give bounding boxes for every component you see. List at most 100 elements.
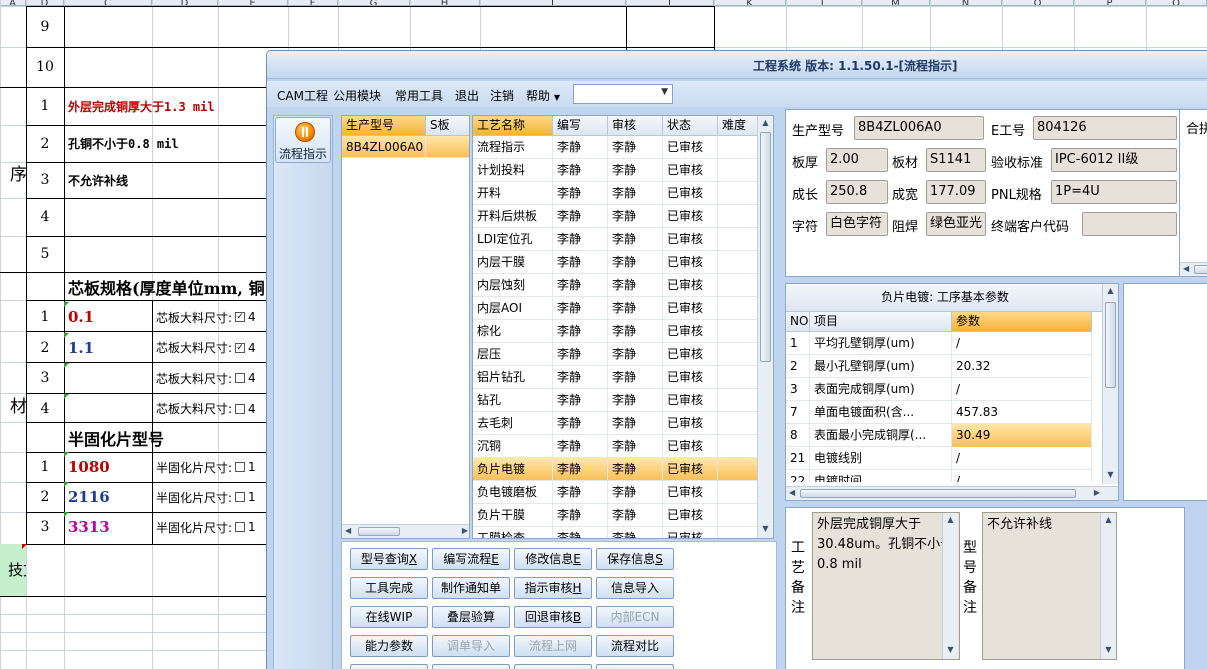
merge-tab-label[interactable]: 合拼 bbox=[1186, 118, 1207, 137]
nav-process-instruction-button[interactable]: 流程指示 bbox=[275, 117, 331, 163]
model-list-header-model[interactable]: 生产型号 bbox=[342, 116, 426, 136]
menu-exit[interactable]: 退出 bbox=[455, 87, 479, 104]
action-button-6[interactable]: 指示审核H bbox=[514, 577, 592, 599]
checkbox[interactable] bbox=[235, 462, 246, 472]
menu-dropdown[interactable]: ▼ bbox=[573, 84, 673, 104]
char-field[interactable]: 白色字符 bbox=[826, 212, 888, 236]
param-column-header-2[interactable]: 参数 bbox=[952, 312, 1092, 332]
table-row[interactable]: 铝片钻孔 李静 李静 已审核 bbox=[473, 366, 759, 389]
eno-field[interactable]: 804126 bbox=[1033, 116, 1177, 140]
table-row[interactable]: 内层AOI 李静 李静 已审核 bbox=[473, 297, 759, 320]
row-number: 1 bbox=[40, 98, 50, 114]
list-item[interactable]: 8B4ZL006A0 bbox=[342, 136, 469, 159]
process-grid[interactable]: 工艺名称 编写 审核 状态 难度 流程指示 李静 李静 已审核 计划投料 李静 李静 已审核 开料 李静李… bbox=[472, 115, 774, 539]
parameter-grid-hscroll[interactable]: ◀ ▶ bbox=[786, 486, 1118, 500]
spec-value: 1.1 bbox=[68, 338, 95, 357]
table-row[interactable]: 沉铜 李静 李静 已审核 bbox=[473, 435, 759, 458]
action-button-hidden[interactable] bbox=[596, 664, 674, 669]
table-row[interactable]: 2 最小孔壁铜厚(um) 20.32 bbox=[786, 355, 1092, 378]
table-row[interactable]: 层压 李静 李静 已审核 bbox=[473, 343, 759, 366]
merge-panel-hscroll[interactable]: ◀ bbox=[1180, 262, 1207, 276]
model-field[interactable]: 8B4ZL006A0 bbox=[854, 116, 984, 140]
model-remark-vscroll[interactable]: ▲ ▼ bbox=[1100, 513, 1116, 659]
model-list-hscroll[interactable]: ◀ ▶ bbox=[342, 524, 469, 538]
table-row[interactable]: 8 表面最小完成铜厚(... 30.49 bbox=[786, 424, 1092, 447]
action-button-hidden[interactable] bbox=[432, 664, 510, 669]
process-remark-vscroll[interactable]: ▲ ▼ bbox=[942, 513, 958, 659]
action-button-11[interactable]: 内部ECN bbox=[596, 606, 674, 628]
column-header-1[interactable]: 编写 bbox=[553, 116, 608, 136]
standard-field[interactable]: IPC-6012 II级 bbox=[1051, 148, 1177, 172]
customer-field[interactable] bbox=[1082, 212, 1177, 236]
param-column-header-1[interactable]: 项目 bbox=[810, 312, 952, 332]
table-row[interactable]: 去毛刺 李静 李静 已审核 bbox=[473, 412, 759, 435]
table-row[interactable]: 计划投料 李静 李静 已审核 bbox=[473, 159, 759, 182]
action-button-hidden[interactable] bbox=[350, 664, 428, 669]
menu-common-module[interactable]: 公用模块 bbox=[333, 87, 381, 104]
table-row[interactable]: 负电镀磨板 李静 李静 已审核 bbox=[473, 481, 759, 504]
table-row[interactable]: 钻孔 李静 李静 已审核 bbox=[473, 389, 759, 412]
action-button-10[interactable]: 回退审核B bbox=[514, 606, 592, 628]
length-field[interactable]: 250.8 bbox=[826, 180, 888, 204]
table-row[interactable]: 工膜检查 李静 李静 已审核 bbox=[473, 527, 759, 538]
width-field[interactable]: 177.09 bbox=[926, 180, 986, 204]
column-header-2[interactable]: 审核 bbox=[608, 116, 663, 136]
model-remark-text[interactable]: 不允许补线 bbox=[982, 512, 1117, 660]
action-button-hidden[interactable] bbox=[514, 664, 592, 669]
process-remark-text[interactable]: 外层完成铜厚大于30.48um。孔铜不小于0.8 mil bbox=[812, 512, 960, 660]
column-header-3[interactable]: 状态 bbox=[663, 116, 718, 136]
action-button-9[interactable]: 叠层验算 bbox=[432, 606, 510, 628]
table-row[interactable]: 7 单面电镀面积(含... 457.83 bbox=[786, 401, 1092, 424]
checkbox[interactable] bbox=[235, 373, 246, 384]
model-list[interactable]: 生产型号 S板 8B4ZL006A0 ◀ ▶ bbox=[341, 115, 470, 539]
checkbox[interactable] bbox=[235, 492, 246, 502]
checkbox[interactable] bbox=[235, 403, 246, 414]
action-button-4[interactable]: 工具完成 bbox=[350, 577, 428, 599]
table-row[interactable]: 开料后烘板 李静 李静 已审核 bbox=[473, 205, 759, 228]
window-titlebar[interactable]: 工程系统 版本: 1.1.50.1-[流程指示] bbox=[267, 51, 1207, 79]
material-field[interactable]: S1141 bbox=[926, 148, 986, 172]
action-button-7[interactable]: 信息导入 bbox=[596, 577, 674, 599]
menu-cam[interactable]: CAM工程 bbox=[277, 87, 328, 104]
column-header-4[interactable]: 难度 bbox=[718, 116, 758, 136]
table-row[interactable]: 棕化 李静 李静 已审核 bbox=[473, 320, 759, 343]
column-header-0[interactable]: 工艺名称 bbox=[473, 116, 553, 136]
table-row[interactable]: 内层干膜 李静 李静 已审核 bbox=[473, 251, 759, 274]
menu-help[interactable]: 帮助 ▼ bbox=[526, 87, 560, 104]
action-button-0[interactable]: 型号查询X bbox=[350, 548, 428, 570]
model-list-header-s[interactable]: S板 bbox=[426, 116, 469, 136]
table-row[interactable]: 流程指示 李静 李静 已审核 bbox=[473, 136, 759, 159]
pnl-field[interactable]: 1P=4U bbox=[1051, 180, 1177, 204]
action-button-15[interactable]: 流程对比 bbox=[596, 635, 674, 657]
parameter-grid-vscroll[interactable]: ▲ ▼ bbox=[1102, 284, 1118, 484]
parameter-grid[interactable]: 负片电镀: 工序基本参数 NO 项目 参数 1 平均孔壁铜厚(um)/2 最小孔壁铜厚(… bbox=[785, 283, 1119, 501]
table-row[interactable]: LDI定位孔 李静 李静 已审核 bbox=[473, 228, 759, 251]
menu-common-tools[interactable]: 常用工具 bbox=[395, 87, 443, 104]
action-button-14[interactable]: 流程上网 bbox=[514, 635, 592, 657]
checkbox[interactable]: ✓ bbox=[235, 342, 246, 353]
arrow-down-icon: ▼ bbox=[1105, 645, 1112, 654]
process-grid-vscroll[interactable]: ▲ ▼ bbox=[757, 116, 773, 538]
action-button-8[interactable]: 在线WIP bbox=[350, 606, 428, 628]
action-button-13[interactable]: 调单导入 bbox=[432, 635, 510, 657]
table-row[interactable]: 21 电镀线别 / bbox=[786, 447, 1092, 470]
table-row[interactable]: 22 电镀时间 / bbox=[786, 470, 1092, 482]
table-row[interactable]: 开料 李静 李静 已审核 bbox=[473, 182, 759, 205]
action-button-3[interactable]: 保存信息S bbox=[596, 548, 674, 570]
action-button-5[interactable]: 制作通知单 bbox=[432, 577, 510, 599]
action-button-12[interactable]: 能力参数 bbox=[350, 635, 428, 657]
mask-field[interactable]: 绿色亚光 bbox=[926, 212, 986, 236]
action-button-1[interactable]: 编写流程E bbox=[432, 548, 510, 570]
table-row[interactable]: 负片电镀 李静 李静 已审核 bbox=[473, 458, 759, 481]
checkbox[interactable]: ✓ bbox=[235, 312, 246, 323]
engineering-system-window[interactable]: 工程系统 版本: 1.1.50.1-[流程指示] CAM工程 公用模块 常用工具… bbox=[266, 50, 1207, 669]
action-button-2[interactable]: 修改信息E bbox=[514, 548, 592, 570]
menu-logout[interactable]: 注销 bbox=[490, 87, 514, 104]
thickness-field[interactable]: 2.00 bbox=[826, 148, 888, 172]
checkbox[interactable] bbox=[235, 522, 246, 532]
table-row[interactable]: 1 平均孔壁铜厚(um) / bbox=[786, 332, 1092, 355]
param-column-header-0[interactable]: NO bbox=[786, 312, 810, 332]
table-row[interactable]: 3 表面完成铜厚(um) / bbox=[786, 378, 1092, 401]
table-row[interactable]: 内层蚀刻 李静 李静 已审核 bbox=[473, 274, 759, 297]
table-row[interactable]: 负片干膜 李静 李静 已审核 bbox=[473, 504, 759, 527]
